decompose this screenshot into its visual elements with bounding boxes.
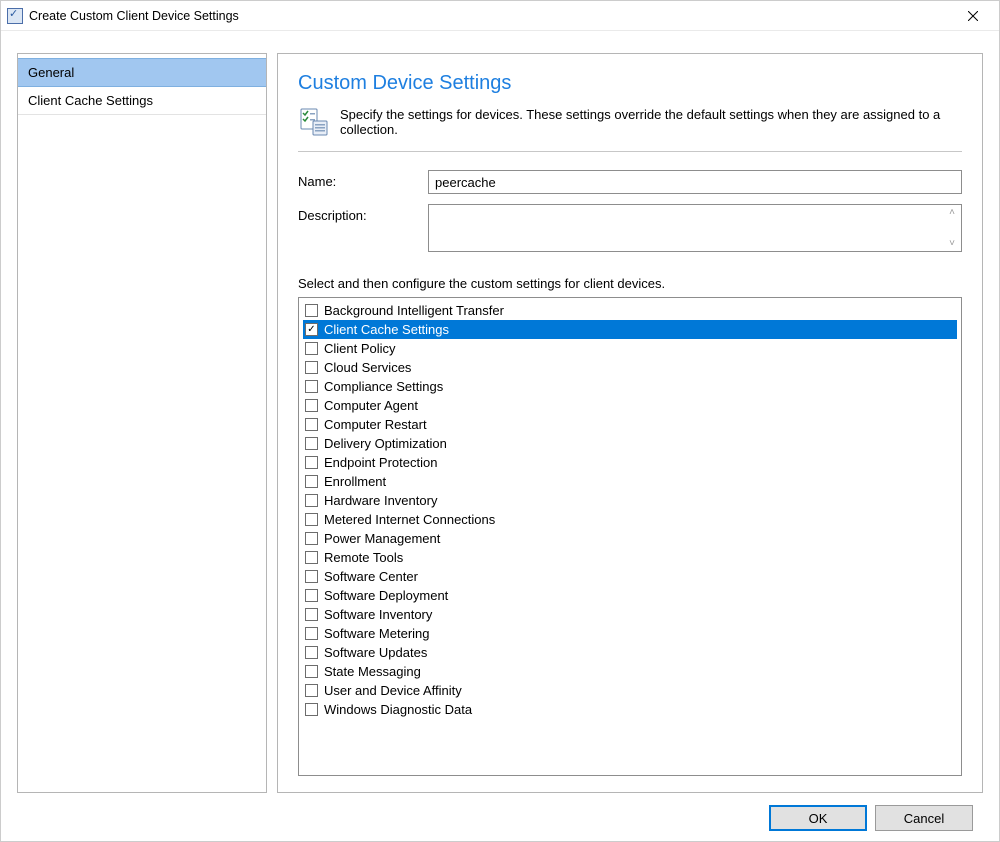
setting-row[interactable]: Client Cache Settings (303, 320, 957, 339)
description-wrap: ˄ ˅ (428, 204, 962, 252)
name-field[interactable] (428, 170, 962, 194)
setting-checkbox[interactable] (305, 532, 318, 545)
setting-label: Software Inventory (324, 607, 432, 622)
setting-row[interactable]: Cloud Services (303, 358, 957, 377)
setting-checkbox[interactable] (305, 646, 318, 659)
instruction-text: Specify the settings for devices. These … (340, 107, 962, 137)
setting-checkbox[interactable] (305, 513, 318, 526)
setting-row[interactable]: Remote Tools (303, 548, 957, 567)
setting-row[interactable]: Delivery Optimization (303, 434, 957, 453)
setting-checkbox[interactable] (305, 684, 318, 697)
close-button[interactable] (953, 2, 993, 30)
setting-row[interactable]: Background Intelligent Transfer (303, 301, 957, 320)
setting-checkbox[interactable] (305, 437, 318, 450)
settings-listbox[interactable]: Background Intelligent Transfer Client Ca… (298, 297, 962, 776)
instruction-row: Specify the settings for devices. These … (298, 107, 962, 152)
setting-row[interactable]: Windows Diagnostic Data (303, 700, 957, 719)
scroll-down-icon: ˅ (949, 238, 955, 249)
setting-checkbox[interactable] (305, 494, 318, 507)
setting-label: Cloud Services (324, 360, 411, 375)
setting-row[interactable]: Client Policy (303, 339, 957, 358)
setting-row[interactable]: User and Device Affinity (303, 681, 957, 700)
setting-checkbox[interactable] (305, 475, 318, 488)
page-title: Custom Device Settings (298, 72, 962, 95)
name-label: Name: (298, 170, 428, 189)
window-title: Create Custom Client Device Settings (29, 9, 953, 23)
setting-label: Client Policy (324, 341, 396, 356)
setting-label: Software Metering (324, 626, 430, 641)
setting-row[interactable]: Power Management (303, 529, 957, 548)
sidebar-item-client-cache-settings[interactable]: Client Cache Settings (18, 87, 266, 115)
setting-row[interactable]: Enrollment (303, 472, 957, 491)
ok-button[interactable]: OK (769, 805, 867, 831)
description-scrollbar[interactable]: ˄ ˅ (943, 205, 961, 251)
titlebar[interactable]: Create Custom Client Device Settings (1, 1, 999, 31)
panels: GeneralClient Cache Settings Custom Devi… (17, 53, 983, 793)
setting-checkbox[interactable] (305, 361, 318, 374)
cancel-button[interactable]: Cancel (875, 805, 973, 831)
setting-checkbox[interactable] (305, 304, 318, 317)
setting-label: Windows Diagnostic Data (324, 702, 472, 717)
setting-row[interactable]: Software Updates (303, 643, 957, 662)
setting-row[interactable]: Hardware Inventory (303, 491, 957, 510)
setting-label: Hardware Inventory (324, 493, 437, 508)
setting-checkbox[interactable] (305, 551, 318, 564)
setting-label: Metered Internet Connections (324, 512, 495, 527)
checklist-icon (298, 107, 330, 139)
main-panel: Custom Device Settings (277, 53, 983, 793)
setting-checkbox[interactable] (305, 342, 318, 355)
button-row: OK Cancel (17, 793, 983, 831)
setting-label: State Messaging (324, 664, 421, 679)
description-field[interactable] (429, 205, 943, 251)
close-icon (968, 11, 978, 21)
setting-label: Computer Restart (324, 417, 427, 432)
description-label: Description: (298, 204, 428, 223)
setting-row[interactable]: State Messaging (303, 662, 957, 681)
setting-checkbox[interactable] (305, 380, 318, 393)
name-row: Name: (298, 170, 962, 194)
setting-label: Endpoint Protection (324, 455, 437, 470)
setting-checkbox[interactable] (305, 627, 318, 640)
setting-row[interactable]: Software Metering (303, 624, 957, 643)
setting-checkbox[interactable] (305, 665, 318, 678)
setting-checkbox[interactable] (305, 570, 318, 583)
setting-checkbox[interactable] (305, 418, 318, 431)
setting-row[interactable]: Software Center (303, 567, 957, 586)
scroll-up-icon: ˄ (949, 207, 955, 218)
app-icon (7, 8, 23, 24)
setting-label: Delivery Optimization (324, 436, 447, 451)
setting-row[interactable]: Endpoint Protection (303, 453, 957, 472)
setting-checkbox[interactable] (305, 456, 318, 469)
setting-label: Software Center (324, 569, 418, 584)
setting-label: User and Device Affinity (324, 683, 462, 698)
setting-row[interactable]: Computer Restart (303, 415, 957, 434)
setting-checkbox[interactable] (305, 399, 318, 412)
client-area: GeneralClient Cache Settings Custom Devi… (1, 31, 999, 841)
setting-row[interactable]: Computer Agent (303, 396, 957, 415)
select-settings-label: Select and then configure the custom set… (298, 276, 962, 291)
setting-label: Compliance Settings (324, 379, 443, 394)
setting-label: Software Updates (324, 645, 427, 660)
setting-label: Software Deployment (324, 588, 448, 603)
description-row: Description: ˄ ˅ (298, 204, 962, 252)
setting-checkbox[interactable] (305, 608, 318, 621)
setting-checkbox[interactable] (305, 323, 318, 336)
setting-checkbox[interactable] (305, 703, 318, 716)
setting-row[interactable]: Software Deployment (303, 586, 957, 605)
sidebar: GeneralClient Cache Settings (17, 53, 267, 793)
setting-label: Remote Tools (324, 550, 403, 565)
setting-checkbox[interactable] (305, 589, 318, 602)
sidebar-item-general[interactable]: General (18, 58, 266, 87)
setting-label: Enrollment (324, 474, 386, 489)
setting-label: Computer Agent (324, 398, 418, 413)
setting-label: Client Cache Settings (324, 322, 449, 337)
setting-label: Power Management (324, 531, 440, 546)
setting-row[interactable]: Metered Internet Connections (303, 510, 957, 529)
setting-label: Background Intelligent Transfer (324, 303, 504, 318)
dialog-window: Create Custom Client Device Settings Gen… (0, 0, 1000, 842)
setting-row[interactable]: Compliance Settings (303, 377, 957, 396)
setting-row[interactable]: Software Inventory (303, 605, 957, 624)
